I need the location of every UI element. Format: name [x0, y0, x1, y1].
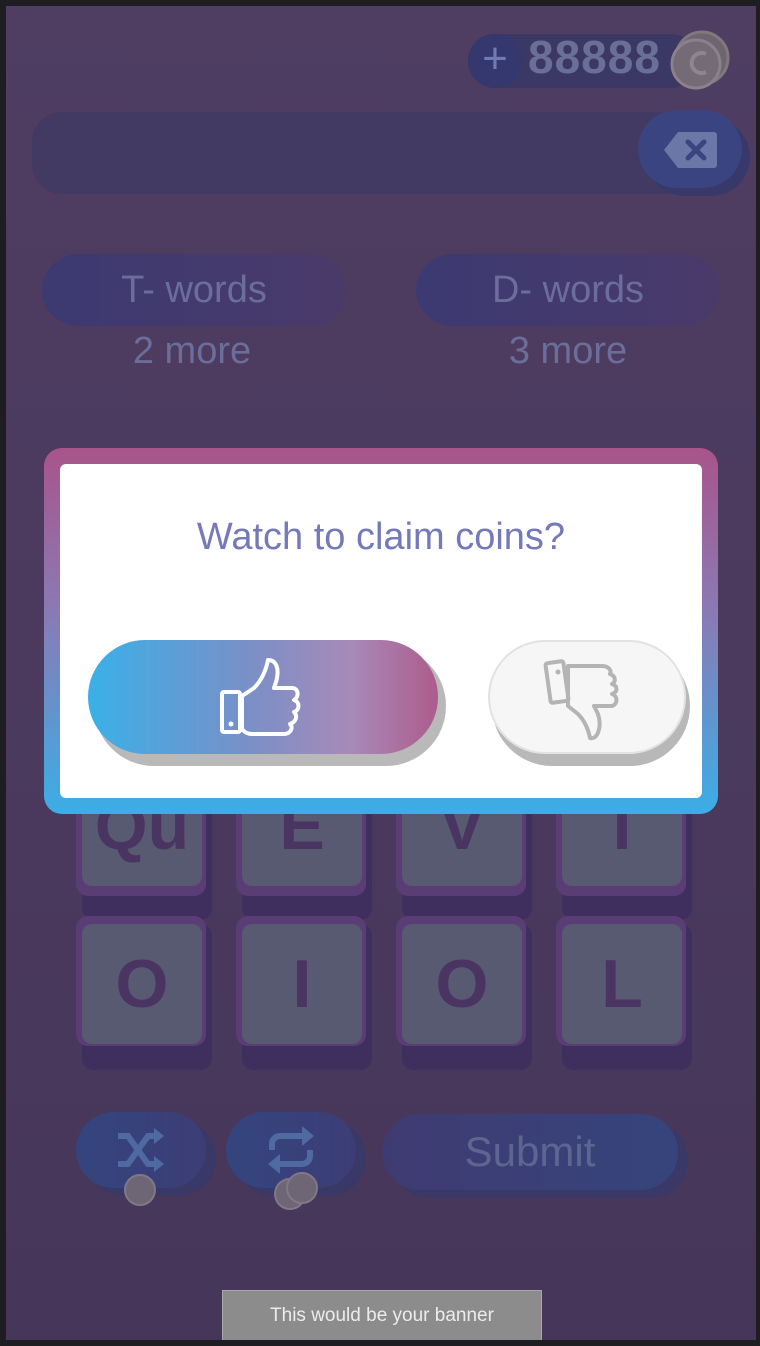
coin-stack-icon: [668, 24, 730, 90]
thumbs-down-icon: [543, 659, 619, 741]
decline-watch-button[interactable]: [488, 640, 686, 754]
coin-cost-icon: [124, 1174, 156, 1206]
dialog-title: Watch to claim coins?: [196, 516, 566, 558]
coin-count: 88888: [528, 31, 661, 83]
word-input: [32, 112, 722, 194]
add-coins-button[interactable]: +: [468, 34, 522, 88]
game-screen: + 88888 T- words 2 more D- words 3 more …: [6, 6, 756, 1340]
letter-tile[interactable]: O: [82, 924, 202, 1044]
refresh-icon: [268, 1126, 314, 1174]
letter-tile[interactable]: I: [242, 924, 362, 1044]
confirm-watch-button[interactable]: [88, 640, 438, 754]
letter-tile[interactable]: O: [402, 924, 522, 1044]
ad-banner[interactable]: This would be your banner: [222, 1290, 542, 1340]
backspace-icon: [664, 132, 717, 168]
shuffle-icon: [118, 1128, 164, 1172]
target-t-words[interactable]: T- words: [42, 254, 346, 326]
target-d-words[interactable]: D- words: [416, 254, 720, 326]
letter-tile[interactable]: L: [562, 924, 682, 1044]
target-d-remaining: 3 more: [508, 330, 628, 372]
delete-button[interactable]: [638, 110, 742, 188]
thumbs-up-icon: [220, 658, 301, 736]
submit-button[interactable]: Submit: [382, 1114, 678, 1190]
target-t-remaining: 2 more: [132, 330, 252, 372]
coin-cost-icon: [286, 1172, 318, 1204]
